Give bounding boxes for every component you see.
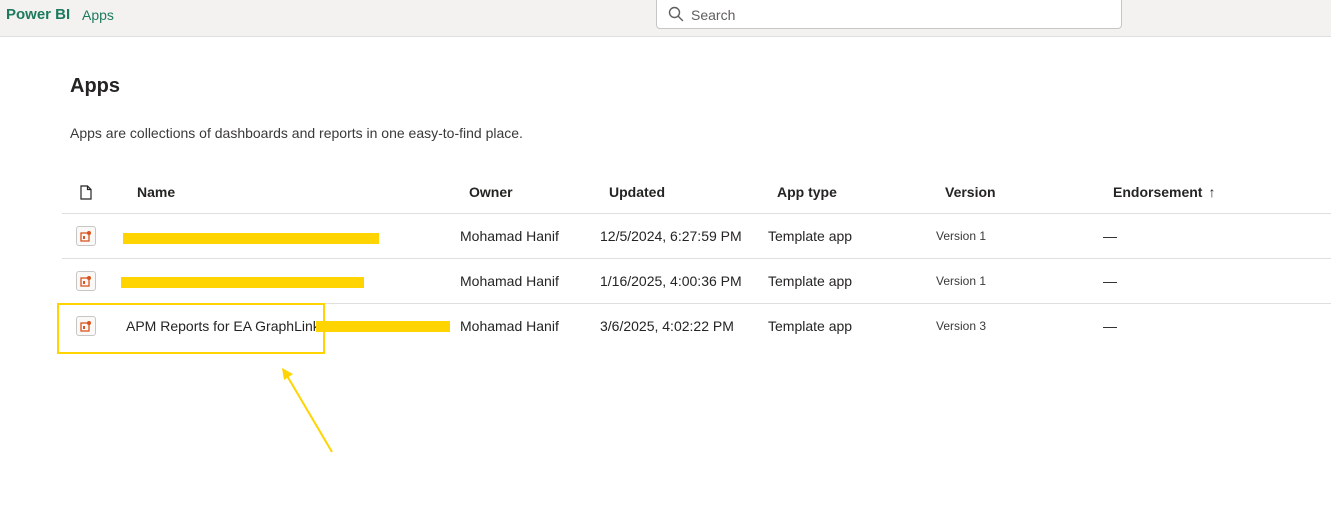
table-row[interactable]: Mohamad Hanif 1/16/2025, 4:00:36 PM Temp…	[62, 259, 1331, 303]
app-owner: Mohamad Hanif	[460, 318, 559, 334]
app-icon	[76, 271, 96, 291]
app-updated: 12/5/2024, 6:27:59 PM	[600, 228, 742, 244]
search-icon	[668, 6, 684, 22]
app-endorsement: —	[1103, 228, 1117, 244]
app-type: Template app	[768, 318, 853, 334]
annotation-arrow-icon	[282, 368, 333, 453]
page-title: Apps	[70, 75, 120, 97]
search-input[interactable]	[689, 4, 1113, 26]
redaction-mark	[316, 321, 450, 332]
page-description: Apps are collections of dashboards and r…	[70, 125, 523, 141]
breadcrumb-apps[interactable]: Apps	[82, 7, 114, 23]
app-updated: 1/16/2025, 4:00:36 PM	[600, 273, 742, 289]
document-icon	[80, 185, 92, 200]
column-header-endorsement-label: Endorsement	[1113, 184, 1203, 200]
column-header-app-type[interactable]: App type	[777, 184, 837, 200]
sort-ascending-icon: ↑	[1208, 184, 1216, 200]
column-header-owner[interactable]: Owner	[469, 184, 513, 200]
app-endorsement: —	[1103, 273, 1117, 289]
app-owner: Mohamad Hanif	[460, 273, 559, 289]
app-icon	[76, 226, 96, 246]
app-type: Template app	[768, 228, 853, 244]
app-type: Template app	[768, 273, 853, 289]
app-updated: 3/6/2025, 4:02:22 PM	[600, 318, 734, 334]
column-header-endorsement[interactable]: Endorsement ↑	[1113, 184, 1215, 200]
app-version: Version 1	[936, 229, 987, 243]
search-box[interactable]	[656, 0, 1122, 29]
table-row[interactable]: Mohamad Hanif 12/5/2024, 6:27:59 PM Temp…	[62, 214, 1331, 258]
column-header-version[interactable]: Version	[945, 184, 996, 200]
app-endorsement: —	[1103, 318, 1117, 334]
app-owner: Mohamad Hanif	[460, 228, 559, 244]
redaction-mark	[121, 277, 364, 288]
highlight-box	[57, 303, 325, 354]
redaction-mark	[123, 233, 379, 244]
column-header-updated[interactable]: Updated	[609, 184, 665, 200]
app-version: Version 3	[936, 319, 987, 333]
column-header-name[interactable]: Name	[137, 184, 175, 200]
app-version: Version 1	[936, 274, 987, 288]
brand-title[interactable]: Power BI	[6, 6, 70, 23]
top-bar: Power BI Apps	[0, 0, 1331, 37]
